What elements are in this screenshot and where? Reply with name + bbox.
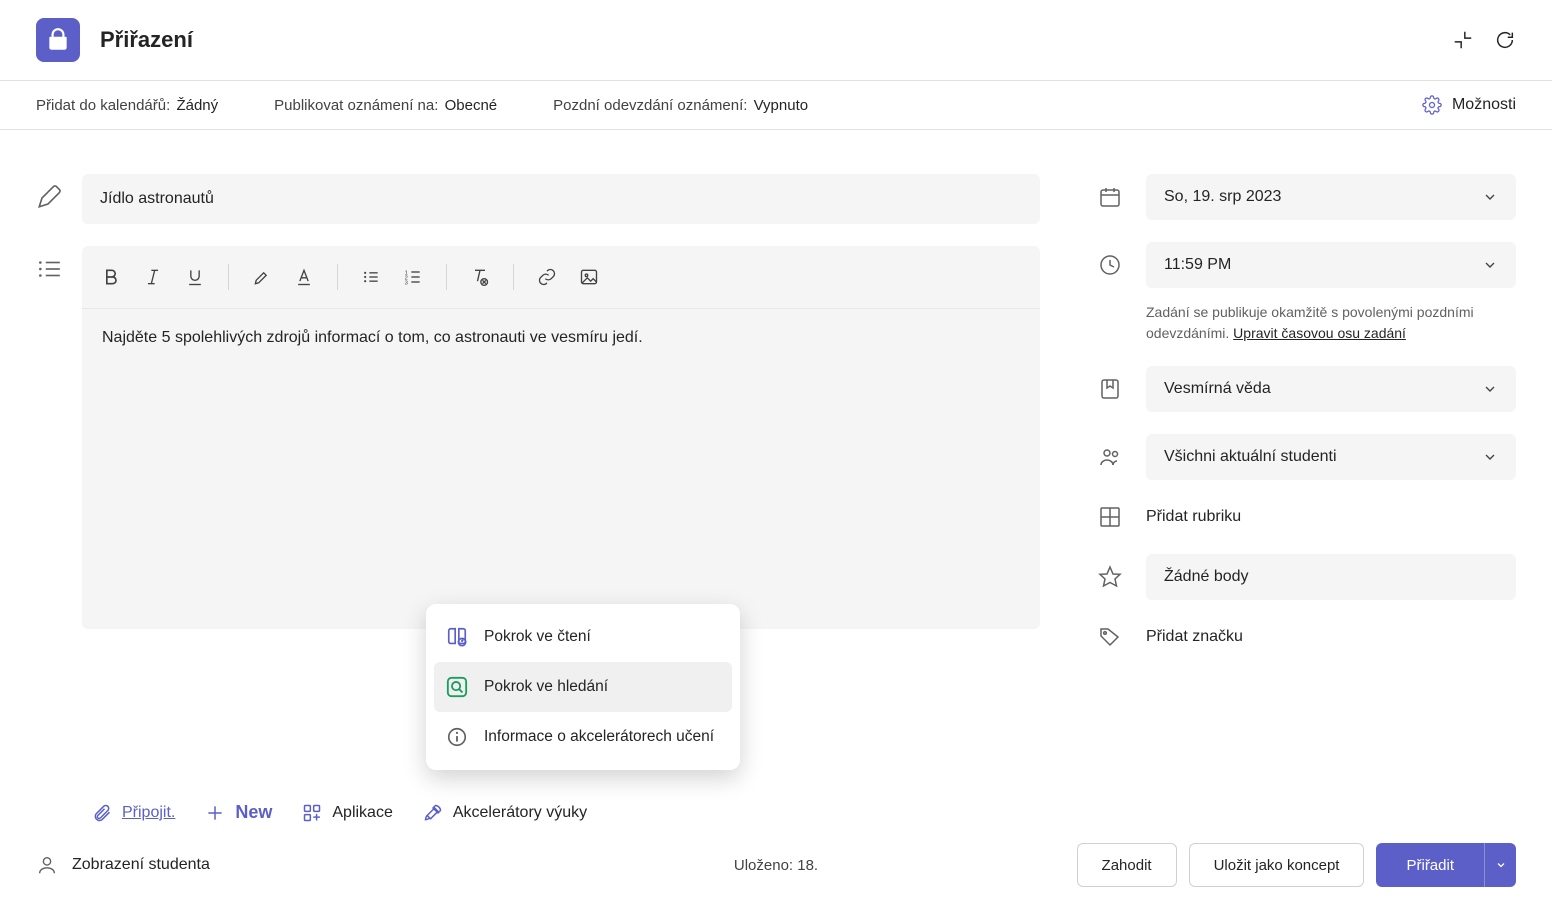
- app-logo: [36, 18, 80, 62]
- app-title: Přiřazení: [100, 27, 193, 53]
- link-button[interactable]: [528, 258, 566, 296]
- student-view-label: Zobrazení studenta: [72, 856, 210, 874]
- attach-button[interactable]: Připojit.: [92, 803, 175, 823]
- editor-toolbar: 123: [82, 246, 1040, 309]
- footer: Zobrazení studenta Uloženo: 18. Zahodit …: [0, 823, 1552, 917]
- apps-button[interactable]: Aplikace: [302, 803, 392, 823]
- apps-icon: [302, 803, 322, 823]
- app-header: Přiřazení: [0, 0, 1552, 81]
- settings-bar: Přidat do kalendářů: Žádný Publikovat oz…: [0, 81, 1552, 130]
- book-icon: [446, 626, 468, 648]
- editor-text: Najděte 5 spolehlivých zdrojů informací …: [102, 329, 643, 346]
- underline-button[interactable]: [176, 258, 214, 296]
- reading-progress-label: Pokrok ve čtení: [484, 628, 591, 646]
- add-tag-button[interactable]: Přidat značku: [1146, 622, 1516, 652]
- list-icon: [36, 246, 82, 285]
- assign-dropdown-button[interactable]: [1484, 843, 1516, 887]
- student-view-button[interactable]: Zobrazení studenta: [36, 854, 210, 876]
- bullet-list-button[interactable]: [352, 258, 390, 296]
- bookmark-icon: [1096, 377, 1124, 401]
- students-value: Všichni aktuální studenti: [1164, 448, 1337, 466]
- person-icon: [36, 854, 58, 876]
- font-color-button[interactable]: [285, 258, 323, 296]
- edit-timeline-link[interactable]: Upravit časovou osu zadání: [1233, 325, 1406, 341]
- points-field[interactable]: Žádné body: [1146, 554, 1516, 600]
- search-progress-item[interactable]: Pokrok ve hledání: [434, 662, 732, 712]
- image-button[interactable]: [570, 258, 608, 296]
- svg-text:3: 3: [405, 281, 408, 287]
- rocket-icon: [423, 803, 443, 823]
- chevron-down-icon: [1482, 381, 1498, 397]
- schedule-note: Zadání se publikuje okamžitě s povoleným…: [1146, 302, 1516, 344]
- publish-setting[interactable]: Publikovat oznámení na: Obecné: [274, 97, 497, 114]
- bold-button[interactable]: [92, 258, 130, 296]
- late-setting[interactable]: Pozdní odevzdání oznámení: Vypnuto: [553, 97, 808, 114]
- students-field[interactable]: Všichni aktuální studenti: [1146, 434, 1516, 480]
- accelerators-info-label: Informace o akcelerátorech učení: [484, 728, 714, 746]
- people-icon: [1096, 445, 1124, 469]
- chevron-down-icon: [1495, 859, 1507, 871]
- calendar-setting[interactable]: Přidat do kalendářů: Žádný: [36, 97, 218, 114]
- discard-button[interactable]: Zahodit: [1077, 843, 1177, 887]
- gear-icon: [1422, 95, 1442, 115]
- chevron-down-icon: [1482, 257, 1498, 273]
- italic-button[interactable]: [134, 258, 172, 296]
- minimize-icon[interactable]: [1452, 29, 1474, 51]
- options-button[interactable]: Možnosti: [1422, 95, 1516, 115]
- search-icon: [446, 676, 468, 698]
- numbered-list-button[interactable]: 123: [394, 258, 432, 296]
- star-icon: [1096, 565, 1124, 589]
- due-date-value: So, 19. srp 2023: [1164, 188, 1281, 206]
- points-value: Žádné body: [1164, 568, 1249, 586]
- plus-icon: [205, 803, 225, 823]
- editor-body[interactable]: Najděte 5 spolehlivých zdrojů informací …: [82, 309, 1040, 629]
- class-field[interactable]: Vesmírná věda: [1146, 366, 1516, 412]
- accelerators-label: Akcelerátory výuky: [453, 804, 587, 822]
- new-label: New: [235, 802, 272, 823]
- tag-icon: [1096, 625, 1124, 649]
- reading-progress-item[interactable]: Pokrok ve čtení: [434, 612, 732, 662]
- saved-status: Uloženo: 18.: [734, 857, 818, 874]
- chevron-down-icon: [1482, 449, 1498, 465]
- options-label: Možnosti: [1452, 96, 1516, 114]
- attach-label: Připojit.: [122, 804, 175, 822]
- accelerators-info-item[interactable]: Informace o akcelerátorech učení: [434, 712, 732, 762]
- info-icon: [446, 726, 468, 748]
- highlight-button[interactable]: [243, 258, 281, 296]
- calendar-icon: [1096, 185, 1124, 209]
- clear-format-button[interactable]: [461, 258, 499, 296]
- save-draft-button[interactable]: Uložit jako koncept: [1189, 843, 1365, 887]
- class-value: Vesmírná věda: [1164, 380, 1271, 398]
- paperclip-icon: [92, 803, 112, 823]
- grid-icon: [1096, 505, 1124, 529]
- chevron-down-icon: [1482, 189, 1498, 205]
- new-button[interactable]: New: [205, 802, 272, 823]
- apps-label: Aplikace: [332, 804, 392, 822]
- due-time-value: 11:59 PM: [1164, 256, 1231, 274]
- assignment-title-input[interactable]: [82, 174, 1040, 224]
- accelerators-menu: Pokrok ve čtení Pokrok ve hledání Inform…: [426, 604, 740, 770]
- add-rubric-button[interactable]: Přidat rubriku: [1146, 502, 1516, 532]
- accelerators-button[interactable]: Akcelerátory výuky: [423, 803, 587, 823]
- clock-icon: [1096, 253, 1124, 277]
- due-time-field[interactable]: 11:59 PM: [1146, 242, 1516, 288]
- assign-button[interactable]: Přiřadit: [1376, 843, 1484, 887]
- refresh-icon[interactable]: [1494, 29, 1516, 51]
- pencil-icon: [36, 174, 82, 213]
- due-date-field[interactable]: So, 19. srp 2023: [1146, 174, 1516, 220]
- search-progress-label: Pokrok ve hledání: [484, 678, 608, 696]
